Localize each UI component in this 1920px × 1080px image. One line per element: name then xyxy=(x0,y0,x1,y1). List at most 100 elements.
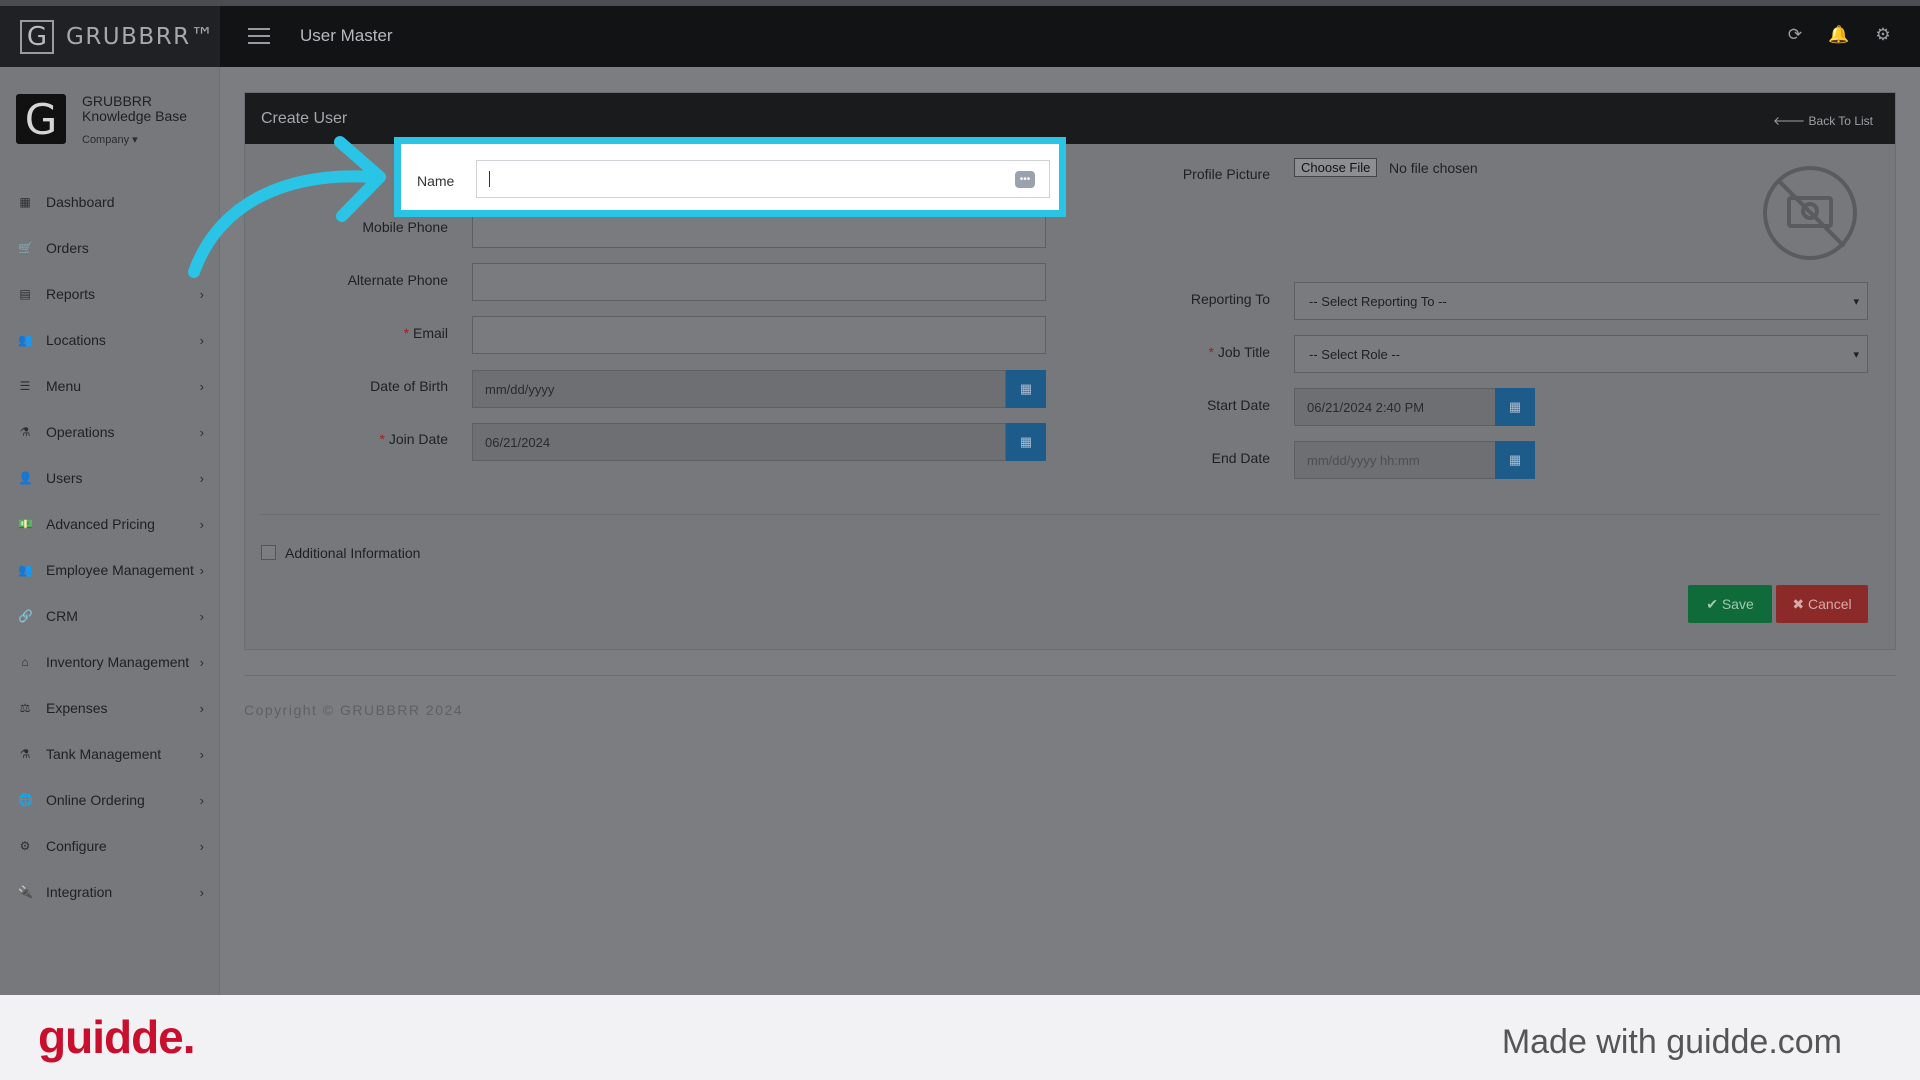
back-to-list-label: Back To List xyxy=(1808,114,1873,128)
sidebar-item-integration[interactable]: 🔌 Integration › xyxy=(0,869,220,915)
sidebar-item-label: Dashboard xyxy=(46,194,115,210)
sidebar-item-label: Orders xyxy=(46,240,89,256)
chevron-right-icon: › xyxy=(199,424,204,440)
sidebar-item-label: Employee Management xyxy=(46,562,194,578)
sidebar-item-label: Tank Management xyxy=(46,746,162,762)
made-with-text: Made with guidde.com xyxy=(1501,1023,1842,1061)
start-date-input[interactable]: 06/21/2024 2:40 PM xyxy=(1294,388,1496,426)
required-mark: * xyxy=(403,325,410,341)
flask-icon: ⚗ xyxy=(19,425,31,439)
start-date-label: Start Date xyxy=(1206,397,1270,413)
calendar-icon: ▦ xyxy=(1019,381,1033,396)
company-selector[interactable]: Company ▾ xyxy=(82,133,187,148)
gear-icon: ⚙ xyxy=(19,839,31,853)
join-date-calendar-button[interactable]: ▦ xyxy=(1006,423,1046,461)
top-icons: ⟳ 🔔 ⚙ xyxy=(1786,25,1892,44)
sidebar-item-employee-management[interactable]: 👥 Employee Management › xyxy=(0,547,220,593)
required-mark: * xyxy=(379,431,385,447)
copyright-divider xyxy=(244,675,1896,676)
chevron-right-icon: › xyxy=(199,746,204,762)
sidebar-item-locations[interactable]: 👥 Locations › xyxy=(0,317,220,363)
save-button[interactable]: ✔ Save xyxy=(1688,585,1772,623)
bell-icon[interactable]: 🔔 xyxy=(1828,25,1849,44)
chevron-right-icon: › xyxy=(199,608,204,624)
email-input[interactable] xyxy=(472,316,1046,354)
reporting-to-label: Reporting To xyxy=(1190,291,1270,307)
sidebar-item-label: Expenses xyxy=(46,700,108,716)
alternate-phone-input[interactable] xyxy=(472,263,1046,301)
join-date-label-text: Join Date xyxy=(388,431,448,447)
sidebar-menu: ▦ Dashboard 🛒 Orders ▤ Reports › 👥 Locations › ☰ Me… xyxy=(0,179,220,915)
chevron-right-icon: › xyxy=(199,516,204,532)
close-icon: ✖ xyxy=(1792,595,1809,612)
brand[interactable]: G GRUBBRR™ xyxy=(0,6,220,67)
brand-name: GRUBBRR™ xyxy=(66,23,216,50)
sidebar-item-expenses[interactable]: ⚖ Expenses › xyxy=(0,685,220,731)
panel-title: Create User xyxy=(261,109,348,127)
dob-calendar-button[interactable]: ▦ xyxy=(1006,370,1046,408)
top-bar: G GRUBBRR™ User Master ⟳ 🔔 ⚙ xyxy=(0,0,1920,67)
chevron-right-icon: › xyxy=(199,332,204,348)
chevron-right-icon: › xyxy=(199,884,204,900)
text-caret xyxy=(489,171,490,187)
balance-icon: ⚖ xyxy=(19,701,31,715)
sidebar-item-inventory-management[interactable]: ⌂ Inventory Management › xyxy=(0,639,220,685)
additional-info-checkbox[interactable] xyxy=(261,545,276,560)
pointer-arrow-icon xyxy=(188,136,386,278)
sidebar-item-label: Online Ordering xyxy=(46,792,145,808)
required-mark: * xyxy=(1208,344,1214,360)
job-title-select[interactable]: -- Select Role -- ▾ xyxy=(1294,335,1868,373)
brand-logo-icon: G xyxy=(20,19,54,54)
no-photo-icon xyxy=(1763,166,1857,260)
menu-icon: ☰ xyxy=(19,379,31,393)
end-date-calendar-button[interactable]: ▦ xyxy=(1495,441,1535,479)
hamburger-menu-icon[interactable] xyxy=(248,28,270,44)
sidebar-item-label: Users xyxy=(46,470,83,486)
choose-file-button[interactable]: Choose File xyxy=(1294,158,1378,177)
job-title-label-text: Job Title xyxy=(1217,344,1270,360)
sidebar-item-label: Advanced Pricing xyxy=(46,516,155,532)
locations-icon: 👥 xyxy=(18,333,33,347)
company-logo: G xyxy=(16,94,66,144)
chevron-down-icon: ▾ xyxy=(1853,348,1859,361)
join-date-input[interactable]: 06/21/2024 xyxy=(472,423,1006,461)
sidebar-item-operations[interactable]: ⚗ Operations › xyxy=(0,409,220,455)
sidebar-item-tank-management[interactable]: ⚗ Tank Management › xyxy=(0,731,220,777)
back-to-list-link[interactable]: 🡐 Back To List xyxy=(1773,113,1873,128)
chevron-right-icon: › xyxy=(199,700,204,716)
additional-info-label: Additional Information xyxy=(285,545,421,561)
sidebar-item-advanced-pricing[interactable]: 💵 Advanced Pricing › xyxy=(0,501,220,547)
globe-icon: 🌐 xyxy=(18,793,33,807)
name-input[interactable]: ••• xyxy=(476,160,1050,198)
more-options-icon[interactable]: ••• xyxy=(1015,171,1035,188)
join-date-label: * Join Date xyxy=(288,431,449,447)
gear-icon[interactable]: ⚙ xyxy=(1874,25,1892,44)
end-date-input[interactable]: mm/dd/yyyy hh:mm xyxy=(1294,441,1496,479)
chevron-right-icon: › xyxy=(199,378,204,394)
save-label: Save xyxy=(1721,596,1754,612)
reporting-to-select[interactable]: -- Select Reporting To -- ▾ xyxy=(1294,282,1868,320)
chevron-right-icon: › xyxy=(199,562,204,578)
sidebar-item-menu[interactable]: ☰ Menu › xyxy=(0,363,220,409)
name-label: Name xyxy=(417,173,455,189)
calendar-icon: ▦ xyxy=(1508,452,1522,467)
sidebar-item-configure[interactable]: ⚙ Configure › xyxy=(0,823,220,869)
sidebar-item-crm[interactable]: 🔗 CRM › xyxy=(0,593,220,639)
guidde-logo: guidde. xyxy=(38,1011,196,1063)
sidebar-item-users[interactable]: 👤 Users › xyxy=(0,455,220,501)
start-date-calendar-button[interactable]: ▦ xyxy=(1495,388,1535,426)
sidebar-item-label: CRM xyxy=(46,608,78,624)
sidebar-item-label: Inventory Management xyxy=(46,654,190,670)
guidde-footer: guidde. Made with guidde.com xyxy=(0,995,1920,1080)
sidebar-item-online-ordering[interactable]: 🌐 Online Ordering › xyxy=(0,777,220,823)
flask-icon: ⚗ xyxy=(19,747,31,761)
job-title-label: * Job Title xyxy=(1110,344,1270,360)
calendar-icon: ▦ xyxy=(1019,434,1033,449)
email-label-text: Email xyxy=(412,325,448,341)
link-icon: 🔗 xyxy=(18,609,33,623)
cancel-button[interactable]: ✖ Cancel xyxy=(1776,585,1868,623)
dob-input[interactable]: mm/dd/yyyy xyxy=(472,370,1006,408)
arrow-left-icon: 🡐 xyxy=(1773,114,1809,128)
end-date-label: End Date xyxy=(1211,450,1270,466)
refresh-icon[interactable]: ⟳ xyxy=(1786,25,1804,44)
